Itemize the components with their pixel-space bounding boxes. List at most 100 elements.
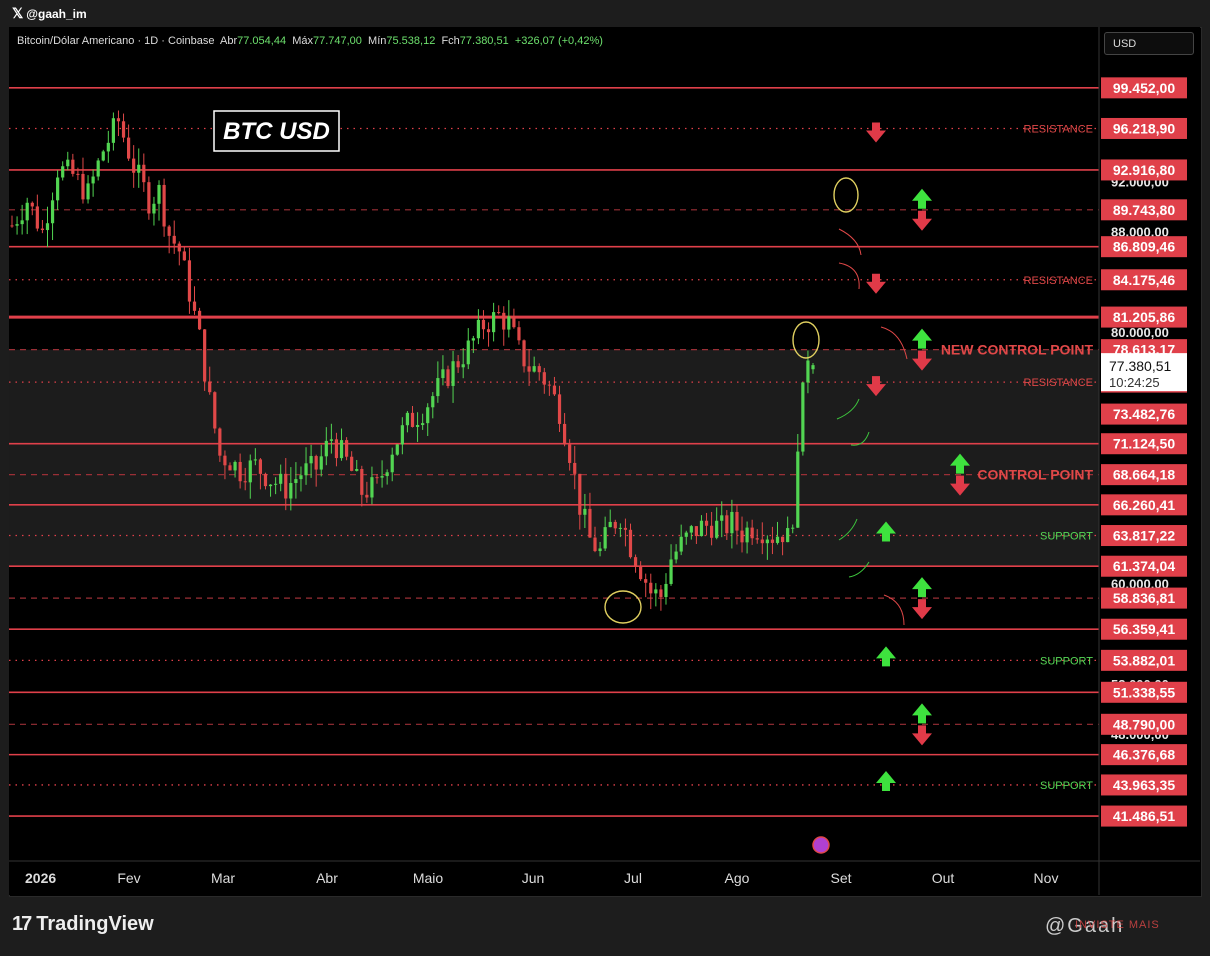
candle-body <box>66 159 70 167</box>
candle-body <box>20 220 24 225</box>
candle-body <box>111 118 115 143</box>
price-label: 92.916,80 <box>1113 162 1175 178</box>
candle-body <box>263 473 268 487</box>
level-tag: RESISTANCE <box>1024 275 1093 287</box>
candle-body <box>598 548 602 552</box>
candle-body <box>203 329 207 382</box>
candle-body <box>279 473 283 484</box>
candle-body <box>562 423 567 445</box>
candle-body <box>421 423 425 426</box>
candle-body <box>517 327 521 341</box>
price-label: 81.205,86 <box>1113 309 1175 325</box>
candle-body <box>10 225 14 227</box>
candle-body <box>532 366 536 372</box>
candle-body <box>61 166 65 178</box>
currency-selector[interactable]: USD <box>1104 32 1194 55</box>
candle-body <box>172 235 176 244</box>
candle-body <box>177 243 181 252</box>
candle-body <box>436 378 440 397</box>
candle-body <box>679 536 683 552</box>
candle-body <box>334 439 339 459</box>
candle-body <box>350 456 354 471</box>
candle-body <box>324 440 328 457</box>
x-tick-label: Set <box>830 870 851 886</box>
x-logo-icon: 𝕏 <box>12 5 24 21</box>
candle-body <box>573 462 577 474</box>
candle-body <box>618 527 622 529</box>
candle-body <box>476 319 481 339</box>
candle-body <box>197 310 202 330</box>
candle-body <box>588 508 592 538</box>
candle-body <box>91 176 95 184</box>
candle-body <box>304 463 308 476</box>
candle-body <box>628 529 633 558</box>
candle-body <box>796 451 800 528</box>
candle-body <box>730 511 734 534</box>
candle-body <box>502 312 506 330</box>
candle-body <box>228 465 232 471</box>
x-tick-label: 2026 <box>25 870 56 886</box>
candle-body <box>339 440 344 459</box>
candle-body <box>694 526 698 537</box>
tradingview-brand: TradingView <box>36 913 154 935</box>
watermark-red: INVISTE MAIS <box>1075 919 1160 931</box>
handle-text: @gaah_im <box>26 7 87 21</box>
top-bar: 𝕏 @gaah_im <box>0 0 1210 26</box>
candle-body <box>258 459 263 474</box>
price-label: 48.790,00 <box>1113 716 1175 732</box>
price-label: 66.260,41 <box>1113 497 1175 513</box>
candle-body <box>760 539 764 544</box>
candle-body <box>725 515 729 534</box>
x-tick-label: Mar <box>211 870 235 886</box>
candle-body <box>603 527 607 549</box>
high-value: 77.747,00 <box>312 35 362 47</box>
candle-body <box>355 469 359 471</box>
candle-body <box>791 527 795 529</box>
candle-body <box>121 121 126 138</box>
candle-body <box>527 366 531 372</box>
candle-body <box>268 484 273 487</box>
candle-body <box>497 312 501 314</box>
price-chart[interactable]: RESISTANCE RESISTANCE NEW CONTROL POINT RES… <box>9 27 1200 895</box>
candle-body <box>446 369 450 386</box>
candle-body <box>426 407 430 424</box>
candle-body <box>568 444 572 463</box>
candle-body <box>40 228 45 231</box>
price-label: 61.374,04 <box>1113 558 1175 574</box>
overlay-title: BTC USD <box>223 118 330 145</box>
price-label: 99.452,00 <box>1113 80 1175 96</box>
candle-body <box>81 173 85 200</box>
candle-body <box>471 338 475 341</box>
price-label: 56.359,41 <box>1113 621 1175 637</box>
candle-body <box>162 184 166 227</box>
candle-body <box>456 361 460 368</box>
candle-body <box>25 202 29 221</box>
candle-body <box>213 392 217 429</box>
candle-body <box>431 396 435 408</box>
price-label: 71.124,50 <box>1113 436 1175 452</box>
candle-body <box>218 428 222 456</box>
candle-body <box>299 475 303 480</box>
price-label: 96.218,90 <box>1113 120 1175 136</box>
candle-body <box>400 425 404 445</box>
candle-body <box>132 158 136 173</box>
x-tick-label: Nov <box>1034 870 1059 886</box>
candle-body <box>248 460 252 483</box>
candle-body <box>410 412 415 427</box>
candle-body <box>360 469 364 495</box>
high-label: Máx <box>292 35 313 47</box>
candle-body <box>750 527 754 539</box>
candle-body <box>127 137 131 159</box>
symbol-info-line: Bitcoin/Dólar Americano · 1D · Coinbase … <box>17 35 603 47</box>
price-label: 89.743,80 <box>1113 202 1175 218</box>
price-label: 46.376,68 <box>1113 747 1175 763</box>
candle-body <box>329 439 333 441</box>
candle-body <box>659 589 663 598</box>
close-value: 77.380,51 <box>459 35 509 47</box>
price-label: 43.963,35 <box>1113 777 1175 793</box>
candle-body <box>557 394 562 424</box>
candle-body <box>522 340 526 367</box>
price-label: 73.482,76 <box>1113 406 1175 422</box>
candle-body <box>613 521 617 529</box>
candle-body <box>755 538 759 540</box>
